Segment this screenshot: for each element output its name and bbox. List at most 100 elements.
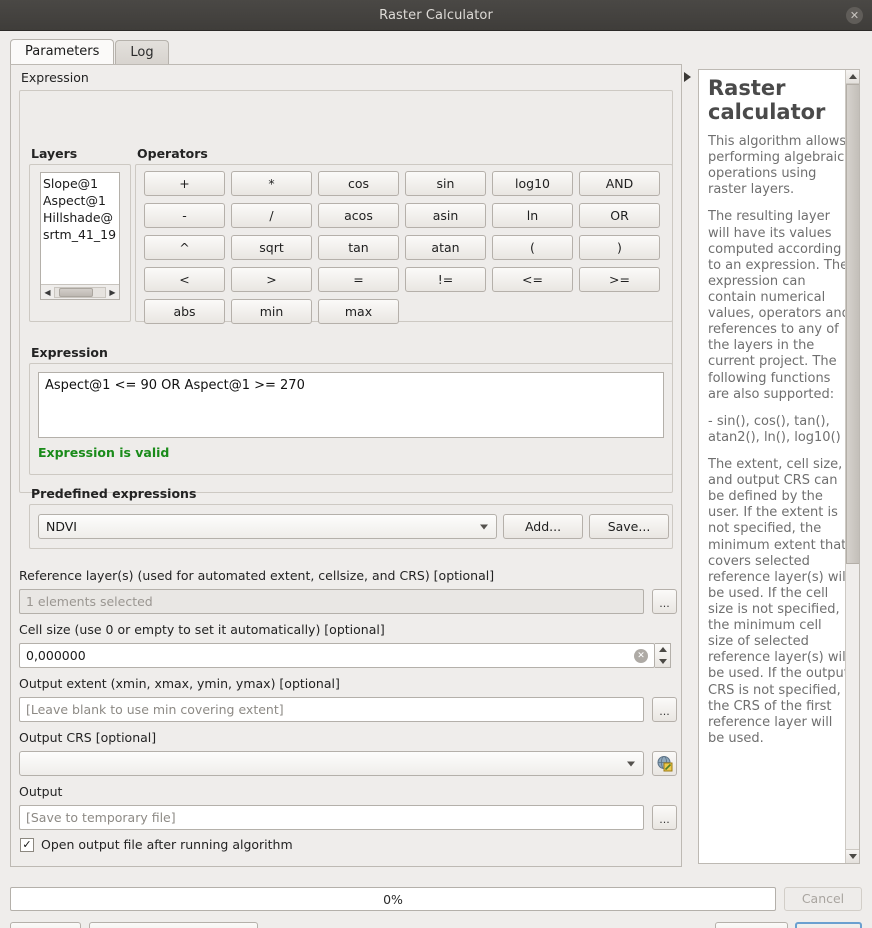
expression-section-label: Expression (21, 70, 89, 85)
cell-size-stepper[interactable] (655, 643, 671, 668)
scroll-thumb[interactable] (846, 84, 860, 564)
scroll-track[interactable] (54, 287, 106, 298)
tab-parameters[interactable]: Parameters (10, 39, 114, 65)
close-button[interactable]: ✖ Close (715, 922, 788, 928)
operator-button-plus[interactable]: + (144, 171, 225, 196)
run-as-batch-button[interactable]: Run as Batch Process... (89, 922, 258, 928)
output-file-browse-button[interactable]: ... (652, 805, 677, 830)
operator-button-asin[interactable]: asin (405, 203, 486, 228)
output-extent-browse-button[interactable]: ... (652, 697, 677, 722)
operator-button-minus[interactable]: - (144, 203, 225, 228)
predefined-expressions-value: NDVI (46, 519, 77, 534)
output-label: Output (19, 784, 62, 799)
open-output-checkbox-label: Open output file after running algorithm (41, 837, 293, 852)
scroll-right-icon[interactable]: ▶ (106, 286, 119, 299)
operator-button-abs[interactable]: abs (144, 299, 225, 324)
operator-button-min[interactable]: min (231, 299, 312, 324)
scroll-left-icon[interactable]: ◀ (41, 286, 54, 299)
help-paragraph: This algorithm allows performing algebra… (708, 134, 850, 198)
output-extent-input[interactable]: [Leave blank to use min covering extent] (19, 697, 644, 722)
close-icon[interactable]: ✕ (846, 7, 863, 24)
parameters-panel: Expression Layers Slope@1 Aspect@1 Hills… (10, 64, 682, 867)
scroll-down-icon[interactable] (846, 849, 860, 863)
output-crs-select[interactable] (19, 751, 644, 776)
scroll-thumb[interactable] (59, 288, 93, 297)
chevron-down-icon (627, 761, 635, 766)
cell-size-value: 0,000000 (26, 648, 86, 663)
layers-label: Layers (31, 146, 77, 161)
progress-bar: 0% (10, 887, 776, 911)
operator-button-max[interactable]: max (318, 299, 399, 324)
reference-layers-browse-button[interactable]: ... (652, 589, 677, 614)
open-output-after-run-row[interactable]: ✓ Open output file after running algorit… (20, 837, 293, 852)
output-file-input[interactable]: [Save to temporary file] (19, 805, 644, 830)
layers-horizontal-scrollbar[interactable]: ◀ ▶ (41, 284, 119, 299)
tab-log[interactable]: Log (115, 40, 168, 65)
operator-button-close-paren[interactable]: ) (579, 235, 660, 260)
panel-splitter-handle-icon[interactable] (684, 72, 691, 82)
operator-button-gte[interactable]: >= (579, 267, 660, 292)
reference-layers-label: Reference layer(s) (used for automated e… (19, 568, 494, 583)
predefined-expressions-select[interactable]: NDVI (38, 514, 497, 539)
operator-button-tan[interactable]: tan (318, 235, 399, 260)
help-title: Raster calculator (708, 77, 850, 124)
operator-button-open-paren[interactable]: ( (492, 235, 573, 260)
dialog-button-row: ? Help Run as Batch Process... ✖ Close ✓… (10, 922, 862, 928)
operator-button-cos[interactable]: cos (318, 171, 399, 196)
tab-bar: Parameters Log (10, 37, 170, 65)
cell-size-label: Cell size (use 0 or empty to set it auto… (19, 622, 385, 637)
help-button[interactable]: ? Help (10, 922, 81, 928)
globe-icon (656, 755, 673, 772)
window-title: Raster Calculator (379, 8, 493, 23)
save-expression-button[interactable]: Save... (589, 514, 669, 539)
layers-list[interactable]: Slope@1 Aspect@1 Hillshade@ srtm_41_19 ◀… (40, 172, 120, 300)
operator-button-times[interactable]: * (231, 171, 312, 196)
operator-button-log10[interactable]: log10 (492, 171, 573, 196)
output-crs-label: Output CRS [optional] (19, 730, 156, 745)
list-item[interactable]: Hillshade@ (41, 209, 119, 226)
operator-button-ln[interactable]: ln (492, 203, 573, 228)
operator-button-divide[interactable]: / (231, 203, 312, 228)
window-titlebar: Raster Calculator ✕ (0, 0, 872, 31)
operator-button-lt[interactable]: < (144, 267, 225, 292)
operator-button-lte[interactable]: <= (492, 267, 573, 292)
select-crs-button[interactable] (652, 751, 677, 776)
operator-button-sin[interactable]: sin (405, 171, 486, 196)
cancel-button: Cancel (784, 887, 862, 911)
operator-button-eq[interactable]: = (318, 267, 399, 292)
operator-buttons: + * cos sin log10 AND - / acos asin ln O… (144, 171, 660, 324)
predefined-expressions-label: Predefined expressions (31, 486, 196, 501)
clear-icon[interactable]: ✕ (634, 649, 648, 663)
help-paragraph: The extent, cell size, and output CRS ca… (708, 457, 850, 747)
run-button[interactable]: ✓ Run (795, 922, 862, 928)
list-item[interactable]: Aspect@1 (41, 192, 119, 209)
operator-button-power[interactable]: ^ (144, 235, 225, 260)
dialog-body: Parameters Log Expression Layers Slope@1… (0, 31, 872, 928)
output-extent-label: Output extent (xmin, xmax, ymin, ymax) [… (19, 676, 340, 691)
cell-size-input[interactable]: 0,000000 ✕ (19, 643, 655, 668)
operator-button-and[interactable]: AND (579, 171, 660, 196)
reference-layers-input[interactable]: 1 elements selected (19, 589, 644, 614)
operators-label: Operators (137, 146, 208, 161)
add-expression-button[interactable]: Add... (503, 514, 583, 539)
operator-button-gt[interactable]: > (231, 267, 312, 292)
operator-button-atan[interactable]: atan (405, 235, 486, 260)
list-item[interactable]: Slope@1 (41, 175, 119, 192)
open-output-checkbox[interactable]: ✓ (20, 838, 34, 852)
expression-label: Expression (31, 345, 108, 360)
stepper-up-icon[interactable] (659, 647, 667, 652)
scroll-up-icon[interactable] (846, 70, 860, 84)
chevron-down-icon (480, 524, 488, 529)
stepper-down-icon[interactable] (659, 659, 667, 664)
operator-button-sqrt[interactable]: sqrt (231, 235, 312, 260)
list-item[interactable]: srtm_41_19 (41, 226, 119, 243)
expression-validity-message: Expression is valid (38, 445, 169, 460)
progress-row: 0% Cancel (10, 887, 862, 911)
help-vertical-scrollbar[interactable] (845, 70, 859, 863)
algorithm-help-panel: Raster calculator This algorithm allows … (698, 69, 860, 864)
operator-button-neq[interactable]: != (405, 267, 486, 292)
expression-input[interactable]: Aspect@1 <= 90 OR Aspect@1 >= 270 (38, 372, 664, 438)
help-paragraph: The resulting layer will have its values… (708, 209, 850, 402)
operator-button-acos[interactable]: acos (318, 203, 399, 228)
operator-button-or[interactable]: OR (579, 203, 660, 228)
